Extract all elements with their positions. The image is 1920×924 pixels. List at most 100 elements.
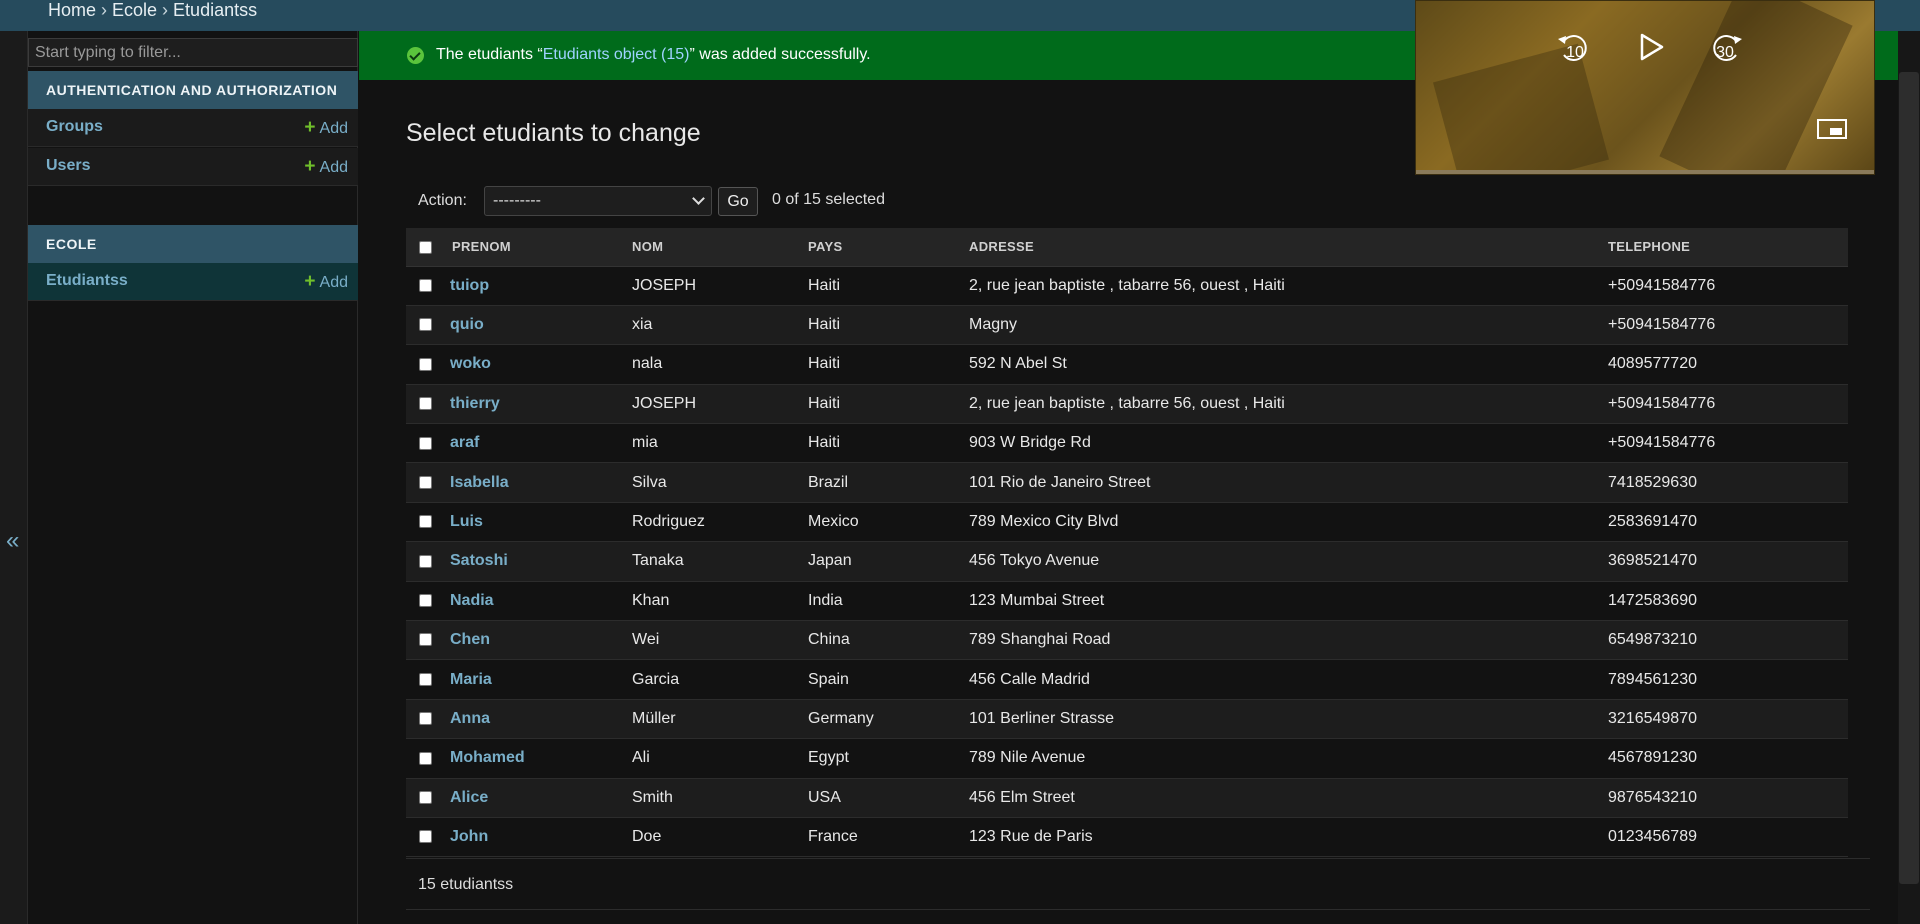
column-header-nom[interactable]: NOM [632, 228, 808, 267]
cell-prenom: quio [450, 305, 632, 346]
row-checkbox[interactable] [419, 633, 432, 647]
row-checkbox[interactable] [419, 515, 432, 529]
go-button[interactable]: Go [718, 187, 758, 216]
row-checkbox[interactable] [419, 672, 432, 686]
cell-pays: Haiti [808, 344, 969, 385]
row-link[interactable]: Nadia [450, 592, 494, 609]
sidebar-item-label[interactable]: Groups [46, 118, 103, 136]
row-link[interactable]: woko [450, 355, 491, 372]
cell-adresse: 123 Mumbai Street [969, 581, 1608, 622]
cell-nom: Rodriguez [632, 502, 808, 543]
row-checkbox[interactable] [419, 397, 432, 411]
row-link[interactable]: Maria [450, 671, 492, 688]
column-header-adresse[interactable]: ADRESSE [969, 228, 1608, 267]
row-link[interactable]: thierry [450, 395, 500, 412]
breadcrumb: Home › Ecole › Etudiantss [48, 0, 257, 22]
add-etudiantss-link[interactable]: + Add [304, 271, 348, 293]
sidebar-item-label[interactable]: Users [46, 157, 90, 175]
row-link[interactable]: Alice [450, 789, 488, 806]
row-link[interactable]: tuiop [450, 277, 489, 294]
selected-count: 0 of 15 selected [772, 191, 885, 208]
table-row: Satoshi Tanaka Japan 456 Tokyo Avenue 369852… [406, 541, 1848, 582]
video-progress-bar[interactable] [1416, 170, 1874, 174]
forward-icon[interactable]: 30 [1706, 27, 1746, 67]
select-all-checkbox[interactable] [419, 241, 432, 255]
cell-prenom: Alice [450, 778, 632, 818]
message-suffix: ” was added successfully. [689, 46, 871, 63]
cell-telephone: 7418529630 [1608, 462, 1848, 503]
row-checkbox[interactable] [419, 830, 432, 844]
rewind-seconds: 10 [1566, 44, 1584, 61]
cell-telephone: +50941584776 [1608, 384, 1848, 425]
row-checkbox[interactable] [419, 751, 432, 765]
row-checkbox[interactable] [419, 791, 432, 805]
cell-nom: Khan [632, 581, 808, 622]
row-select-cell [406, 699, 450, 740]
rewind-icon[interactable]: 10 [1554, 27, 1594, 67]
row-checkbox[interactable] [419, 554, 432, 568]
add-groups-link[interactable]: + Add [304, 117, 348, 139]
cell-prenom: John [450, 817, 632, 858]
nav-filter-input[interactable] [28, 38, 358, 67]
module-caption-ecole[interactable]: ECOLE [28, 225, 358, 263]
scrollbar-thumb[interactable] [1899, 72, 1919, 884]
breadcrumb-current: Etudiantss [173, 0, 258, 20]
row-checkbox[interactable] [419, 436, 432, 450]
row-checkbox[interactable] [419, 318, 432, 332]
cell-prenom: thierry [450, 384, 632, 425]
cell-adresse: 456 Elm Street [969, 778, 1608, 818]
video-player[interactable]: 10 30 [1415, 0, 1875, 175]
row-link[interactable]: Mohamed [450, 749, 525, 766]
row-link[interactable]: Satoshi [450, 552, 508, 569]
add-users-link[interactable]: + Add [304, 156, 348, 178]
table-row: Alice Smith USA 456 Elm Street 9876543210 [406, 778, 1848, 818]
column-header-pays[interactable]: PAYS [808, 228, 969, 267]
results-table: PRENOM NOM PAYS ADRESSE TELEPHONE tuiop J… [406, 228, 1848, 858]
play-icon[interactable] [1636, 31, 1666, 63]
table-row: Mohamed Ali Egypt 789 Nile Avenue 4567891230 [406, 738, 1848, 779]
picture-in-picture-icon[interactable] [1816, 117, 1848, 141]
sidebar-item-groups[interactable]: Groups + Add [28, 109, 358, 147]
cell-pays: USA [808, 778, 969, 818]
cell-pays: Japan [808, 541, 969, 582]
row-link[interactable]: quio [450, 316, 484, 333]
sidebar-item-users[interactable]: Users + Add [28, 148, 358, 186]
cell-pays: Haiti [808, 384, 969, 425]
cell-pays: Haiti [808, 305, 969, 346]
row-select-cell [406, 659, 450, 700]
row-link[interactable]: Anna [450, 710, 490, 727]
row-checkbox[interactable] [419, 357, 432, 371]
video-frame-shade [1659, 1, 1853, 174]
cell-prenom: woko [450, 344, 632, 385]
breadcrumb-app[interactable]: Ecole [112, 0, 157, 20]
cell-pays: China [808, 620, 969, 661]
row-checkbox[interactable] [419, 475, 432, 489]
row-checkbox[interactable] [419, 278, 432, 292]
column-header-prenom[interactable]: PRENOM [450, 228, 632, 267]
row-link[interactable]: Isabella [450, 474, 509, 491]
row-link[interactable]: Luis [450, 513, 483, 530]
sidebar-item-label[interactable]: Etudiantss [46, 272, 128, 290]
sidebar-item-etudiantss[interactable]: Etudiantss + Add [28, 263, 358, 301]
row-link[interactable]: John [450, 828, 488, 845]
cell-telephone: 0123456789 [1608, 817, 1848, 858]
nav-sidebar: AUTHENTICATION AND AUTHORIZATION Groups … [28, 31, 358, 924]
row-select-cell [406, 266, 450, 306]
row-checkbox[interactable] [419, 594, 432, 608]
cell-pays: Haiti [808, 423, 969, 464]
collapse-sidebar-icon[interactable]: « [6, 527, 19, 555]
module-caption-auth[interactable]: AUTHENTICATION AND AUTHORIZATION [28, 71, 358, 109]
message-object-link[interactable]: Etudiants object (15) [543, 46, 690, 63]
row-select-cell [406, 305, 450, 346]
action-select[interactable]: --------- [484, 186, 712, 216]
sidebar-toggle[interactable]: « [0, 31, 28, 924]
column-header-telephone[interactable]: TELEPHONE [1608, 228, 1848, 267]
row-link[interactable]: Chen [450, 631, 490, 648]
row-checkbox[interactable] [419, 712, 432, 726]
cell-prenom: tuiop [450, 266, 632, 306]
add-icon: + [304, 156, 316, 177]
breadcrumb-home[interactable]: Home [48, 0, 96, 20]
cell-nom: xia [632, 305, 808, 346]
row-link[interactable]: araf [450, 434, 479, 451]
row-select-cell [406, 502, 450, 543]
